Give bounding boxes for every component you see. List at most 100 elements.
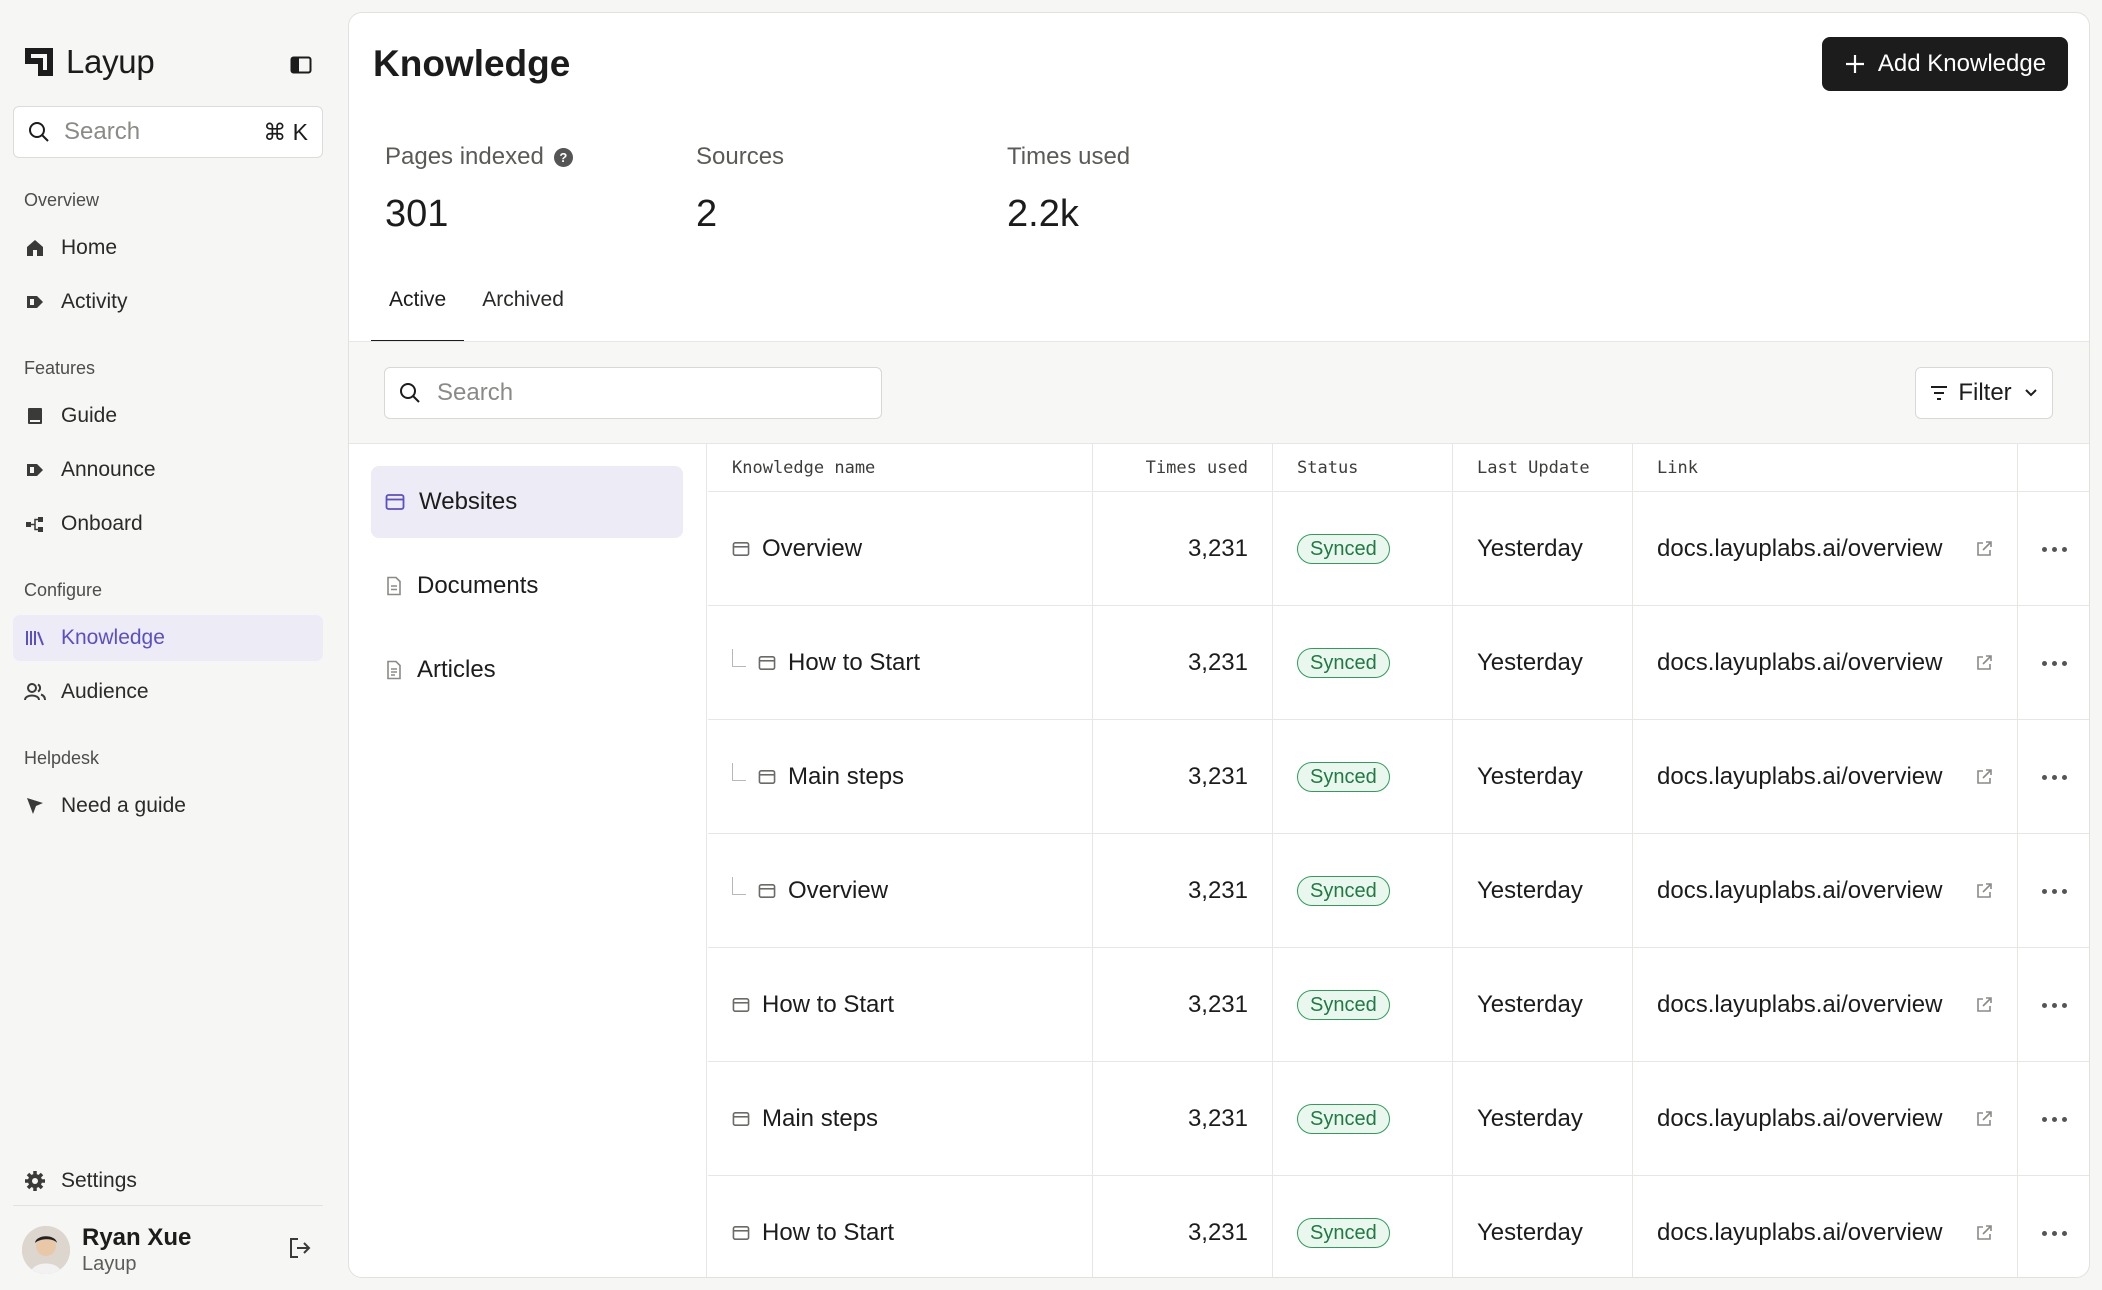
knowledge-name[interactable]: How to Start xyxy=(762,991,894,1019)
row-link[interactable]: docs.layuplabs.ai/overview xyxy=(1657,991,1961,1019)
sidebar-item-onboard[interactable]: Onboard xyxy=(13,501,323,547)
row-link[interactable]: docs.layuplabs.ai/overview xyxy=(1657,1219,1961,1247)
sidebar-item-settings[interactable]: Settings xyxy=(13,1158,323,1204)
more-options-icon[interactable] xyxy=(2042,1230,2067,1236)
cell-last-update: Yesterday xyxy=(1453,1176,1633,1277)
gear-icon xyxy=(23,1169,47,1193)
knowledge-name[interactable]: Main steps xyxy=(788,763,904,791)
cell-actions xyxy=(2018,948,2089,1062)
sidebar-search[interactable]: Search ⌘ K xyxy=(13,106,323,158)
row-name-wrap: How to Start xyxy=(732,1219,894,1247)
search-input[interactable] xyxy=(437,379,857,407)
stat-value: 2.2k xyxy=(1007,193,1079,235)
external-link-icon[interactable] xyxy=(1975,768,1993,786)
browser-icon xyxy=(732,1225,750,1241)
status-badge: Synced xyxy=(1297,762,1390,792)
sidebar-item-guide[interactable]: Guide xyxy=(13,393,323,439)
external-link-icon[interactable] xyxy=(1975,540,1993,558)
table-row[interactable]: Main steps 3,231 Synced Yesterday docs.l… xyxy=(708,720,2089,834)
sidebar-item-home[interactable]: Home xyxy=(13,225,323,271)
more-options-icon[interactable] xyxy=(2042,546,2067,552)
cell-name: Overview xyxy=(708,834,1093,948)
cell-actions xyxy=(2018,834,2089,948)
stat-value: 301 xyxy=(385,193,449,235)
column-header-name[interactable]: Knowledge name xyxy=(708,444,1093,492)
category-articles[interactable]: Articles xyxy=(371,634,683,706)
sidebar-item-audience[interactable]: Audience xyxy=(13,669,323,715)
table-row[interactable]: How to Start 3,231 Synced Yesterday docs… xyxy=(708,606,2089,720)
toolbar: Filter xyxy=(349,342,2089,444)
table-row[interactable]: How to Start 3,231 Synced Yesterday docs… xyxy=(708,1176,2089,1277)
stat-label: Pages indexed xyxy=(385,143,544,170)
collapse-sidebar-button[interactable] xyxy=(286,50,316,80)
table-row[interactable]: Main steps 3,231 Synced Yesterday docs.l… xyxy=(708,1062,2089,1176)
sidebar-item-need-a-guide[interactable]: Need a guide xyxy=(13,783,323,829)
table-row[interactable]: Overview 3,231 Synced Yesterday docs.lay… xyxy=(708,834,2089,948)
sidebar-item-announce[interactable]: Announce xyxy=(13,447,323,493)
more-options-icon[interactable] xyxy=(2042,660,2067,666)
filter-button[interactable]: Filter xyxy=(1915,367,2053,419)
cell-link: docs.layuplabs.ai/overview xyxy=(1633,1176,2018,1277)
external-link-icon[interactable] xyxy=(1975,1224,1993,1242)
category-label: Websites xyxy=(419,488,518,515)
user-name: Ryan Xue xyxy=(82,1223,192,1251)
main-panel: Knowledge Add Knowledge Pages indexed? 3… xyxy=(348,12,2090,1278)
row-link[interactable]: docs.layuplabs.ai/overview xyxy=(1657,877,1961,905)
logout-button[interactable] xyxy=(284,1232,316,1264)
plus-icon xyxy=(1844,53,1866,75)
section-helpdesk: Helpdesk xyxy=(24,748,100,768)
knowledge-search[interactable] xyxy=(384,367,882,419)
row-link[interactable]: docs.layuplabs.ai/overview xyxy=(1657,649,1961,677)
cell-last-update: Yesterday xyxy=(1453,606,1633,720)
external-link-icon[interactable] xyxy=(1975,996,1993,1014)
row-name-wrap: Overview xyxy=(732,535,862,563)
tab-active[interactable]: Active xyxy=(371,278,465,342)
column-header-link[interactable]: Link xyxy=(1633,444,2018,492)
tab-bar: Active Archived xyxy=(371,278,582,342)
more-options-icon[interactable] xyxy=(2042,1116,2067,1122)
row-link[interactable]: docs.layuplabs.ai/overview xyxy=(1657,1105,1961,1133)
row-name-wrap: Main steps xyxy=(732,763,904,791)
tree-branch-icon xyxy=(732,877,746,895)
article-icon xyxy=(387,660,401,680)
cell-link: docs.layuplabs.ai/overview xyxy=(1633,720,2018,834)
external-link-icon[interactable] xyxy=(1975,1110,1993,1128)
column-header-status[interactable]: Status xyxy=(1273,444,1453,492)
category-documents[interactable]: Documents xyxy=(371,550,683,622)
knowledge-table: Knowledge name Times used Status Last Up… xyxy=(708,444,2089,1277)
more-options-icon[interactable] xyxy=(2042,888,2067,894)
section-configure: Configure xyxy=(24,580,103,600)
more-options-icon[interactable] xyxy=(2042,774,2067,780)
row-link[interactable]: docs.layuplabs.ai/overview xyxy=(1657,763,1961,791)
knowledge-name[interactable]: Overview xyxy=(762,535,862,563)
add-knowledge-button[interactable]: Add Knowledge xyxy=(1822,37,2068,91)
knowledge-name[interactable]: Main steps xyxy=(762,1105,878,1133)
brand[interactable]: Layup xyxy=(22,43,155,80)
cell-status: Synced xyxy=(1273,492,1453,606)
category-websites[interactable]: Websites xyxy=(371,466,683,538)
sidebar-item-label: Onboard xyxy=(61,512,143,535)
external-link-icon[interactable] xyxy=(1975,654,1993,672)
help-icon[interactable]: ? xyxy=(553,147,573,167)
knowledge-name[interactable]: How to Start xyxy=(762,1219,894,1247)
sidebar-item-knowledge[interactable]: Knowledge xyxy=(13,615,323,661)
table-row[interactable]: Overview 3,231 Synced Yesterday docs.lay… xyxy=(708,492,2089,606)
column-header-times-used[interactable]: Times used xyxy=(1093,444,1273,492)
user-profile[interactable]: Ryan Xue Layup xyxy=(22,1220,322,1280)
external-link-icon[interactable] xyxy=(1975,882,1993,900)
column-header-last-update[interactable]: Last Update xyxy=(1453,444,1633,492)
sidebar-item-activity[interactable]: Activity xyxy=(13,279,323,325)
more-options-icon[interactable] xyxy=(2042,1002,2067,1008)
cell-times-used: 3,231 xyxy=(1093,1062,1273,1176)
cell-status: Synced xyxy=(1273,1062,1453,1176)
row-link[interactable]: docs.layuplabs.ai/overview xyxy=(1657,535,1961,563)
row-name-wrap: How to Start xyxy=(732,649,920,677)
knowledge-name[interactable]: How to Start xyxy=(788,649,920,677)
browser-icon xyxy=(385,494,405,510)
stat-sources: Sources 2 xyxy=(696,143,784,236)
cell-name: How to Start xyxy=(708,1176,1093,1277)
sidebar-search-placeholder: Search xyxy=(64,118,141,145)
table-row[interactable]: How to Start 3,231 Synced Yesterday docs… xyxy=(708,948,2089,1062)
knowledge-name[interactable]: Overview xyxy=(788,877,888,905)
tab-archived[interactable]: Archived xyxy=(464,278,582,342)
